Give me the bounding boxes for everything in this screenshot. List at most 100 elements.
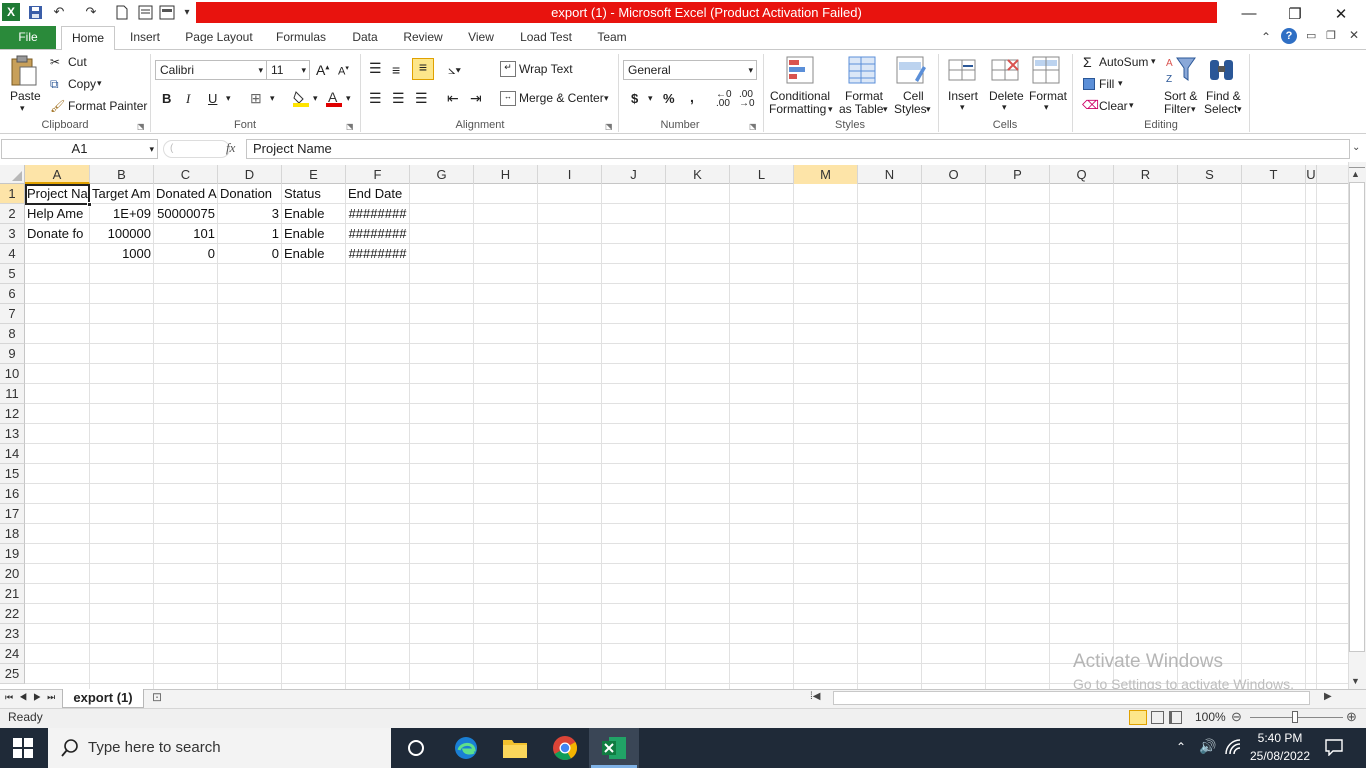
find-select-button[interactable]: Find & [1206, 89, 1241, 103]
edge-browser-icon[interactable] [446, 732, 486, 764]
column-header-k[interactable]: K [666, 165, 730, 184]
insert-function-button[interactable]: fx [226, 140, 235, 156]
tab-load-test[interactable]: Load Test [516, 26, 576, 50]
column-header-n[interactable]: N [858, 165, 922, 184]
row-header-19[interactable]: 19 [0, 544, 25, 564]
number-launcher-icon[interactable]: ⬔ [749, 122, 757, 131]
row-header-12[interactable]: 12 [0, 404, 25, 424]
row-header-8[interactable]: 8 [0, 324, 25, 344]
orientation-icon[interactable]: ⦣▾ [448, 62, 461, 78]
row-header-1[interactable]: 1 [0, 184, 25, 204]
fill-button[interactable]: Fill [1099, 77, 1114, 91]
form-icon[interactable] [158, 3, 176, 21]
paste-icon[interactable] [8, 54, 40, 88]
currency-dropdown-icon[interactable]: ▾ [648, 93, 653, 104]
undo-icon[interactable]: ↶ [50, 3, 68, 21]
column-header-e[interactable]: E [282, 165, 346, 184]
column-header-c[interactable]: C [154, 165, 218, 184]
bold-button[interactable]: B [162, 91, 171, 106]
tab-team[interactable]: Team [593, 26, 631, 50]
cell-d4[interactable]: 0 [218, 244, 281, 264]
clock-time[interactable]: 5:40 PM [1249, 731, 1311, 745]
windows-start-icon[interactable] [13, 738, 33, 758]
alignment-launcher-icon[interactable]: ⬔ [605, 122, 613, 131]
font-name-combo[interactable]: Calibri ▾ [155, 60, 267, 80]
page-layout-view-icon[interactable] [1151, 711, 1164, 724]
print-preview-icon[interactable] [136, 3, 154, 21]
column-header-f[interactable]: F [346, 165, 410, 184]
show-hidden-icons[interactable]: ⌃ [1176, 740, 1186, 754]
cell-d1[interactable]: Donation [218, 184, 281, 204]
copy-button[interactable]: Copy [68, 77, 96, 91]
cell-c1[interactable]: Donated A [154, 184, 217, 204]
merge-dropdown-icon[interactable]: ▾ [604, 93, 609, 104]
cell-d3[interactable]: 1 [218, 224, 281, 244]
row-header-7[interactable]: 7 [0, 304, 25, 324]
column-header-q[interactable]: Q [1050, 165, 1114, 184]
format-painter-icon[interactable]: 🖌 [50, 99, 65, 113]
row-header-16[interactable]: 16 [0, 484, 25, 504]
delete-cells-button[interactable]: Delete [989, 89, 1024, 103]
scroll-up-icon[interactable]: ▲ [1351, 169, 1360, 179]
decrease-indent-icon[interactable]: ⇤ [447, 90, 459, 107]
merge-center-button[interactable]: Merge & Center [519, 91, 604, 105]
minimize-ribbon-icon[interactable]: ⌃ [1261, 30, 1271, 44]
row-header-5[interactable]: 5 [0, 264, 25, 284]
increase-indent-icon[interactable]: ⇥ [470, 90, 482, 107]
align-right-icon[interactable]: ☰ [415, 90, 428, 107]
tab-split-handle[interactable]: ⁞◀ [810, 691, 820, 702]
cell-f2[interactable]: ######## [346, 204, 409, 224]
delete-dropdown-icon[interactable]: ▾ [1002, 102, 1007, 113]
clipboard-launcher-icon[interactable]: ⬔ [137, 122, 145, 131]
cell-b2[interactable]: 1E+09 [90, 204, 153, 224]
row-header-20[interactable]: 20 [0, 564, 25, 584]
italic-button[interactable]: I [186, 91, 190, 107]
align-top-icon[interactable]: ☰ [369, 60, 382, 77]
fill-color-dropdown-icon[interactable]: ▾ [313, 93, 318, 104]
cell-e4[interactable]: Enable [282, 244, 345, 264]
cell-a2[interactable]: Help Ame [25, 204, 89, 224]
expand-formula-bar-icon[interactable]: ⌄ [1352, 142, 1360, 153]
cell-c3[interactable]: 101 [154, 224, 217, 244]
tab-view[interactable]: View [463, 26, 499, 50]
fill-color-icon[interactable] [292, 89, 310, 107]
zoom-level[interactable]: 100% [1195, 710, 1226, 724]
wifi-icon[interactable] [1225, 739, 1241, 755]
column-header-j[interactable]: J [602, 165, 666, 184]
column-header-u[interactable]: U [1306, 165, 1317, 184]
row-header-25[interactable]: 25 [0, 664, 25, 684]
column-header-h[interactable]: H [474, 165, 538, 184]
paste-button[interactable]: Paste [10, 89, 41, 103]
underline-dropdown-icon[interactable]: ▾ [226, 93, 231, 104]
row-header-13[interactable]: 13 [0, 424, 25, 444]
minimize-button[interactable]: — [1226, 0, 1272, 27]
clear-button[interactable]: Clear [1099, 99, 1128, 113]
copy-icon[interactable]: ⧉ [50, 77, 59, 92]
grow-font-icon[interactable]: A▴ [316, 62, 329, 78]
borders-dropdown-icon[interactable]: ▾ [270, 93, 275, 104]
split-box[interactable] [1349, 162, 1365, 168]
row-header-9[interactable]: 9 [0, 344, 25, 364]
row-header-11[interactable]: 11 [0, 384, 25, 404]
column-header-o[interactable]: O [922, 165, 986, 184]
help-icon[interactable]: ? [1281, 28, 1297, 44]
paste-dropdown-icon[interactable]: ▾ [20, 103, 25, 114]
cell-f1[interactable]: End Date [346, 184, 409, 204]
row-header-4[interactable]: 4 [0, 244, 25, 264]
tab-formulas[interactable]: Formulas [272, 26, 330, 50]
excel-taskbar-icon[interactable] [594, 732, 634, 764]
row-header-3[interactable]: 3 [0, 224, 25, 244]
number-format-combo[interactable]: General ▾ [623, 60, 757, 80]
scroll-down-icon[interactable]: ▼ [1351, 676, 1360, 686]
cut-icon[interactable]: ✂ [50, 55, 60, 69]
cell-d2[interactable]: 3 [218, 204, 281, 224]
align-left-icon[interactable]: ☰ [369, 90, 382, 107]
excel-app-icon[interactable]: X [2, 3, 20, 21]
cell-e1[interactable]: Status [282, 184, 345, 204]
cell-b3[interactable]: 100000 [90, 224, 153, 244]
underline-button[interactable]: U [208, 91, 217, 106]
row-header-6[interactable]: 6 [0, 284, 25, 304]
cell-a4[interactable] [25, 244, 89, 264]
horizontal-scroll-thumb[interactable] [833, 691, 1310, 705]
format-dropdown-icon[interactable]: ▾ [1044, 102, 1049, 113]
